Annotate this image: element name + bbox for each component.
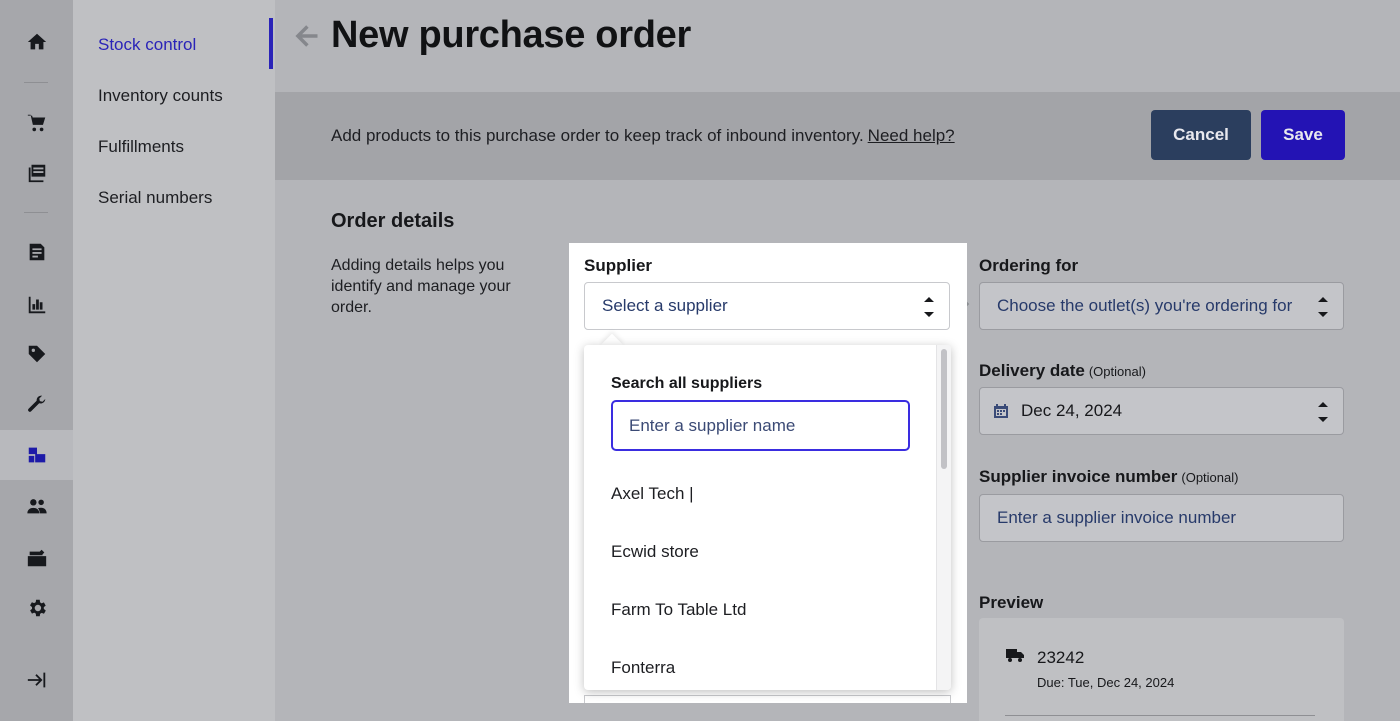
calendar-icon: [994, 404, 1008, 418]
rail-divider: [24, 212, 48, 213]
subnav-item-fulfillments[interactable]: Fulfillments: [98, 137, 184, 157]
gear-icon[interactable]: [0, 583, 73, 633]
page-title: New purchase order: [331, 14, 691, 56]
optional-hint: (Optional): [1088, 364, 1146, 379]
preview-divider: [1005, 715, 1315, 716]
delivery-date-field[interactable]: Dec 24, 2024: [979, 387, 1344, 435]
ordering-for-label: Ordering for: [979, 256, 1079, 275]
optional-hint: (Optional): [1181, 470, 1239, 485]
secondary-nav: Stock control Inventory counts Fulfillme…: [73, 0, 275, 721]
supplier-option[interactable]: Axel Tech |: [611, 484, 694, 504]
ordering-for-select[interactable]: Choose the outlet(s) you're ordering for: [979, 282, 1344, 330]
supplier-label: Supplier: [584, 256, 653, 275]
invoice-number-placeholder: Enter a supplier invoice number: [997, 508, 1237, 527]
banner-message: Add products to this purchase order to k…: [331, 126, 864, 145]
icon-rail: [0, 0, 73, 721]
preview-card: 23242 Due: Tue, Dec 24, 2024: [979, 618, 1344, 721]
subnav-item-stock-control[interactable]: Stock control: [98, 35, 196, 55]
need-help-link[interactable]: Need help?: [868, 126, 955, 145]
section-description: Adding details helps you identify and ma…: [331, 257, 511, 316]
home-icon[interactable]: [0, 17, 73, 67]
cash-drawer-icon[interactable]: [0, 533, 73, 583]
chart-icon[interactable]: [0, 280, 73, 330]
supplier-option[interactable]: Ecwid store: [611, 542, 699, 562]
delivery-date-label: Delivery date (Optional): [979, 361, 1146, 381]
supplier-dropdown: Search all suppliers Axel Tech | Ecwid s…: [584, 345, 951, 690]
preview-due-date: Due: Tue, Dec 24, 2024: [1037, 675, 1175, 690]
wrench-icon[interactable]: [0, 379, 73, 429]
banner-text: Add products to this purchase order to k…: [331, 126, 955, 146]
date-stepper-icon[interactable]: [1317, 398, 1329, 426]
customers-icon[interactable]: [0, 481, 73, 531]
info-banner: Add products to this purchase order to k…: [275, 92, 1400, 180]
truck-icon: [1005, 646, 1025, 664]
reports-icon[interactable]: [0, 227, 73, 277]
select-arrows-icon: [1317, 293, 1329, 321]
inventory-icon[interactable]: [0, 430, 73, 480]
invoice-number-label-text: Supplier invoice number: [979, 467, 1178, 486]
tag-icon[interactable]: [0, 329, 73, 379]
hidden-field-edge: [584, 695, 951, 703]
dropdown-scrollbar[interactable]: [936, 345, 951, 690]
supplier-search-input[interactable]: [611, 400, 910, 451]
save-button[interactable]: Save: [1261, 110, 1345, 160]
expand-sidebar-icon[interactable]: [0, 655, 73, 705]
invoice-number-label: Supplier invoice number (Optional): [979, 467, 1238, 487]
supplier-panel: Supplier Select a supplier Search all su…: [569, 243, 967, 703]
subnav-item-inventory-counts[interactable]: Inventory counts: [98, 86, 223, 106]
dropdown-title: Search all suppliers: [611, 375, 763, 392]
back-arrow-icon[interactable]: [293, 22, 321, 50]
scrollbar-thumb[interactable]: [941, 349, 947, 469]
subnav-item-serial-numbers[interactable]: Serial numbers: [98, 188, 212, 208]
cancel-button[interactable]: Cancel: [1151, 110, 1251, 160]
preview-order-number: 23242: [1037, 648, 1085, 667]
select-arrows-icon: [923, 293, 935, 321]
rail-divider: [24, 82, 48, 83]
preview-label: Preview: [979, 593, 1044, 612]
invoice-number-input[interactable]: Enter a supplier invoice number: [979, 494, 1344, 542]
ordering-for-placeholder: Choose the outlet(s) you're ordering for: [997, 296, 1293, 315]
delivery-date-value: Dec 24, 2024: [1021, 401, 1123, 420]
supplier-option[interactable]: Farm To Table Ltd: [611, 600, 746, 620]
supplier-placeholder: Select a supplier: [602, 296, 728, 315]
catalog-icon[interactable]: [0, 148, 73, 198]
supplier-option[interactable]: Fonterra: [611, 658, 675, 678]
section-title: Order details: [331, 210, 455, 232]
cart-icon[interactable]: [0, 98, 73, 148]
active-indicator: [269, 18, 273, 69]
supplier-select[interactable]: Select a supplier: [584, 282, 950, 330]
delivery-date-label-text: Delivery date: [979, 361, 1085, 380]
